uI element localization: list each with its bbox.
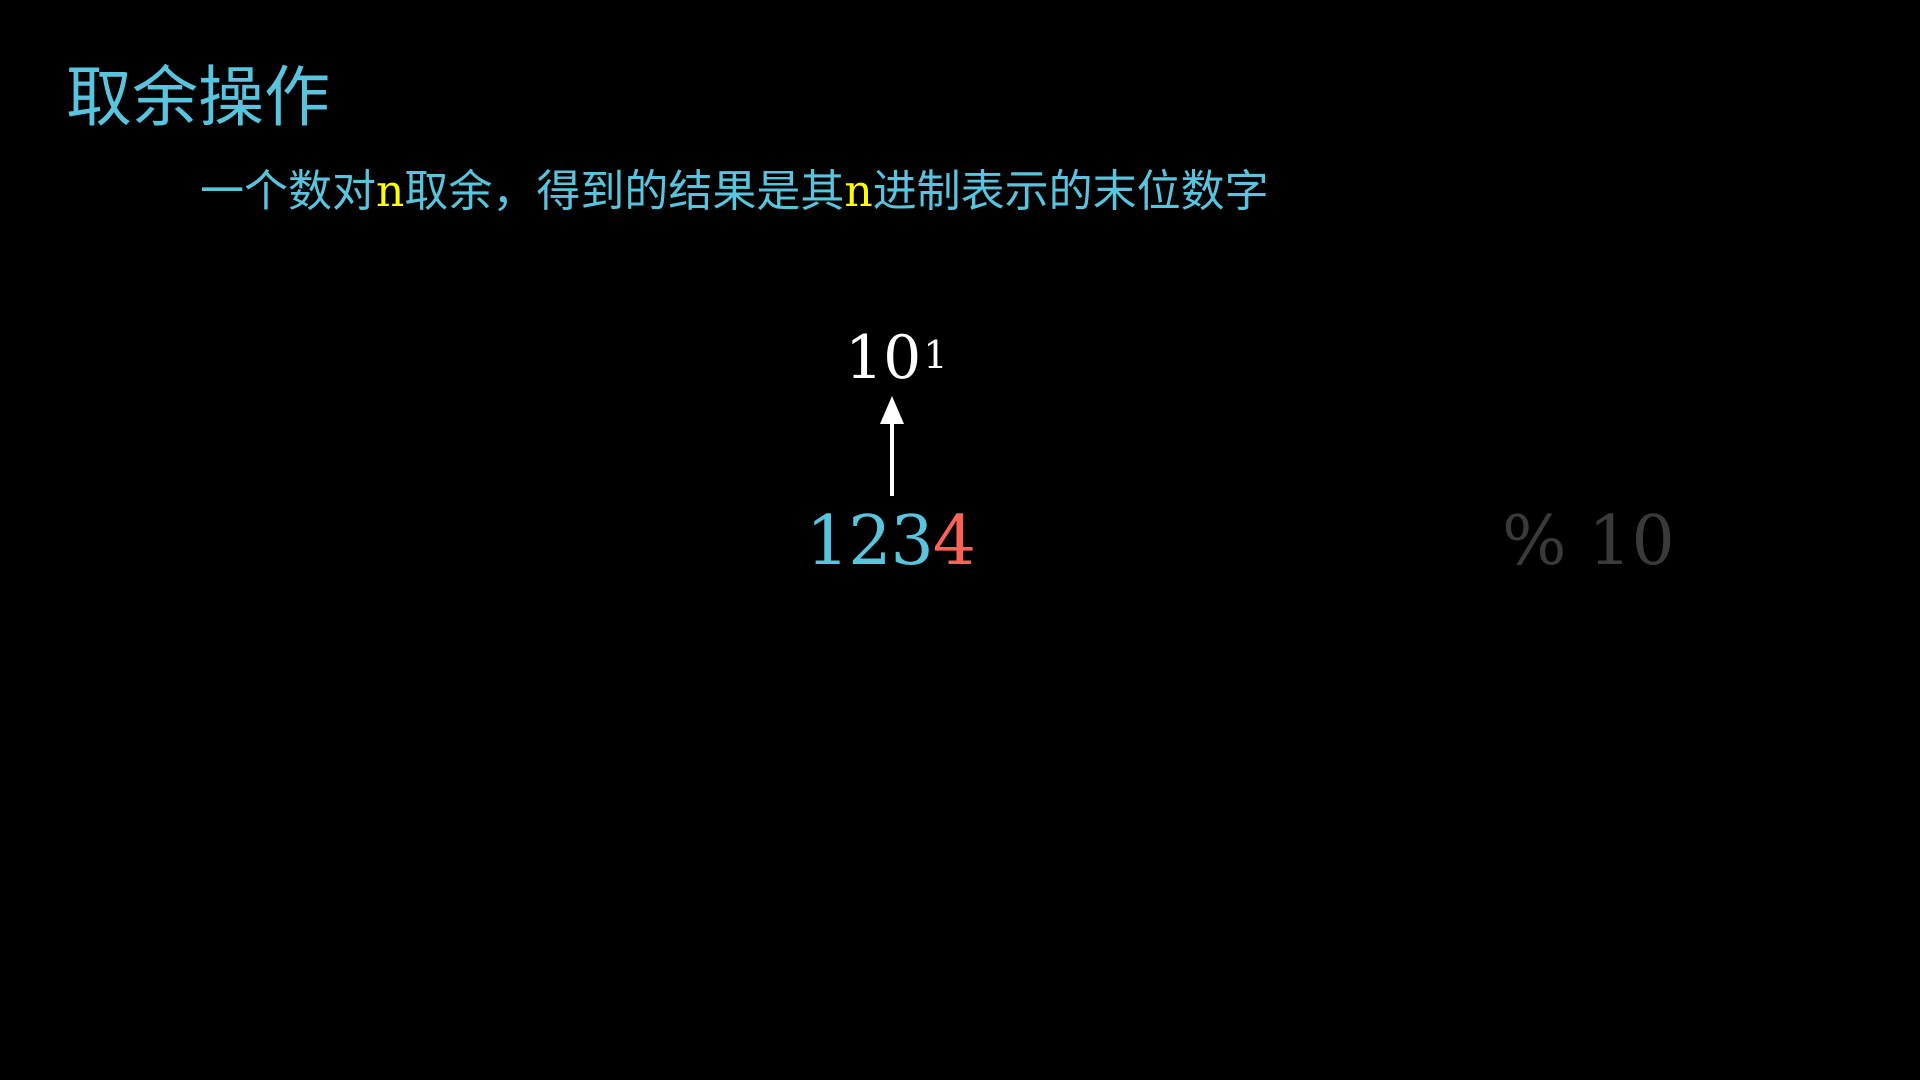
slide-title: 取余操作 (66, 59, 330, 136)
subtitle-statement: 一个数对n取余，得到的结果是其n进制表示的末位数字 (200, 166, 1269, 219)
up-arrow-icon (880, 396, 904, 496)
place-value-power: 101 (845, 328, 948, 388)
number-last-digit: 4 (932, 502, 976, 581)
subtitle-part-2: 取余，得到的结果是其 (404, 166, 845, 217)
subtitle-part-3: 进制表示的末位数字 (872, 166, 1269, 217)
power-base: 10 (845, 323, 922, 393)
modulo-operation: % 10 (1502, 502, 1675, 581)
subtitle-n-highlight-1: n (376, 166, 405, 217)
subtitle-n-highlight-2: n (844, 166, 873, 217)
subtitle-part-1: 一个数对 (200, 166, 376, 217)
number-leading-digits: 123 (806, 502, 934, 581)
example-number: 1234 (806, 508, 976, 576)
power-exponent: 1 (923, 333, 948, 377)
